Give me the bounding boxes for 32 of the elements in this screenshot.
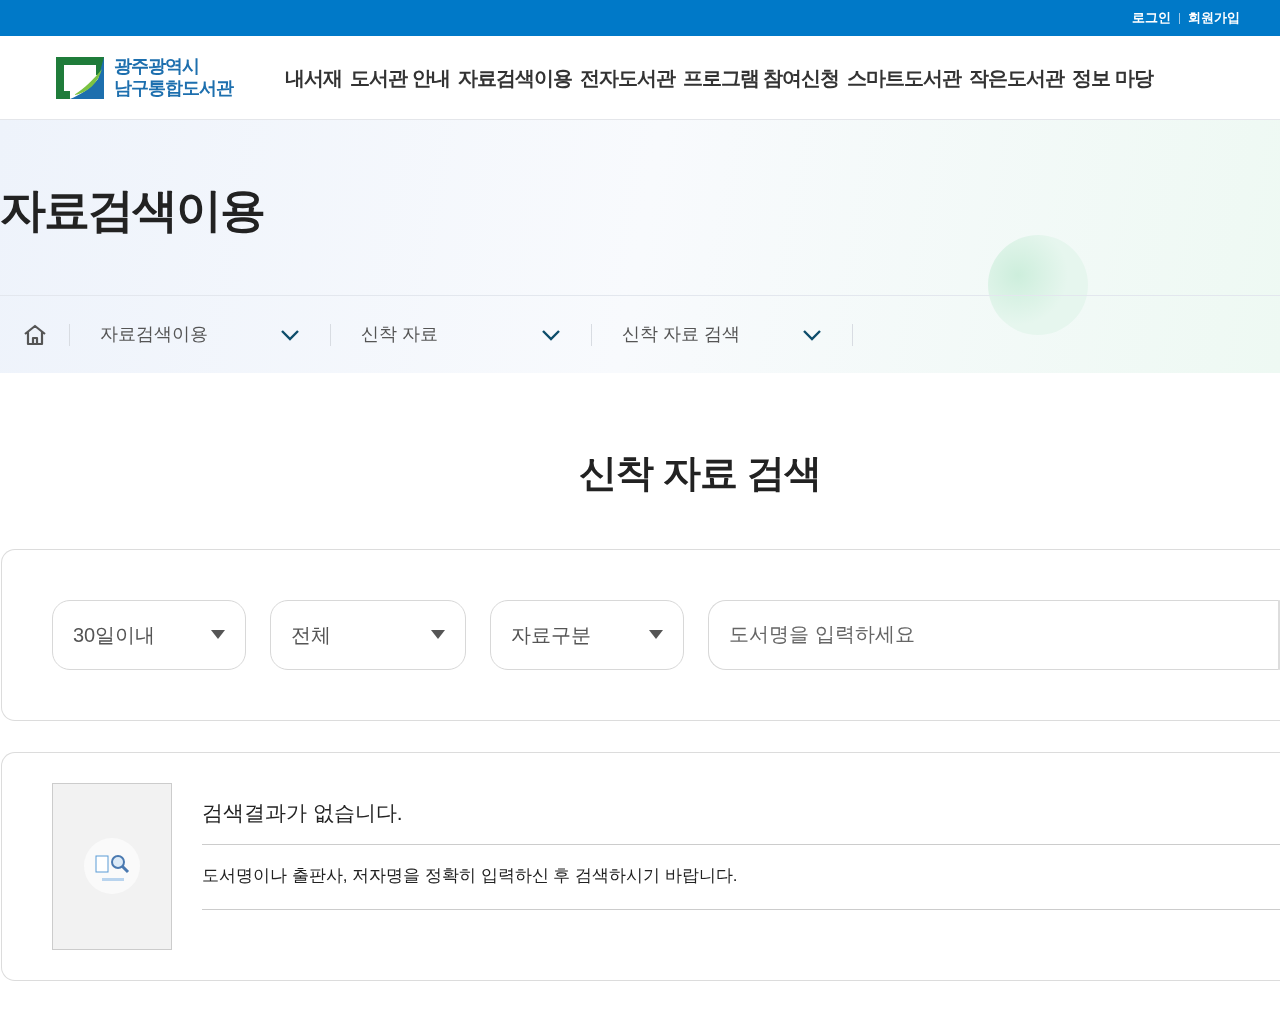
menu-item[interactable]: 도서관 안내 (350, 62, 450, 93)
menu-item[interactable]: 전자도서관 (579, 62, 675, 93)
page-heading: 자료검색이용 (0, 183, 264, 238)
logo-text: 광주광역시 (114, 55, 200, 78)
page-title: 신착 자료 검색 (578, 451, 822, 496)
document-search-icon (84, 838, 140, 895)
caret-icon (649, 630, 663, 640)
caret-icon (431, 630, 445, 640)
select-dropdown[interactable]: 자료구분 (490, 599, 684, 670)
result-hint: 도서명이나 출판사, 저자명을 정확히 입력하신 후 검색하시기 바랍니다. (202, 845, 1280, 910)
home-icon[interactable] (23, 323, 47, 346)
menu-item[interactable]: 작은도서관 (969, 62, 1065, 93)
breadcrumb-dropdown[interactable]: 신착 자료 검색 (592, 321, 852, 348)
search-field[interactable]: 도서명을 입력하세요 (708, 599, 1280, 670)
caret-icon (211, 630, 225, 640)
breadcrumb-dropdown[interactable]: 신착 자료 (331, 321, 591, 348)
chevron-down-icon (280, 328, 300, 341)
result-message: 검색결과가 없습니다. (202, 782, 1280, 846)
logo-text: 남구통합도서관 (114, 77, 233, 100)
chevron-down-icon (802, 328, 822, 341)
menu-item[interactable]: 자료검색이용 (457, 62, 572, 93)
menu-item[interactable]: 프로그램 참여신청 (682, 62, 840, 93)
top-link[interactable]: 로그인 (1132, 8, 1171, 28)
menu-item[interactable]: 정보 마당 (1072, 62, 1153, 93)
top-link[interactable]: 회원가입 (1188, 8, 1240, 28)
breadcrumb-dropdown[interactable]: 자료검색이용 (70, 321, 330, 348)
library-logo-icon (54, 54, 106, 101)
menu-item[interactable]: 내서재 (285, 62, 342, 93)
select-dropdown[interactable]: 전체 (270, 599, 466, 670)
menu-item[interactable]: 스마트도서관 (847, 62, 962, 93)
chevron-down-icon (541, 328, 561, 341)
select-dropdown[interactable]: 30일이내 (52, 599, 246, 670)
